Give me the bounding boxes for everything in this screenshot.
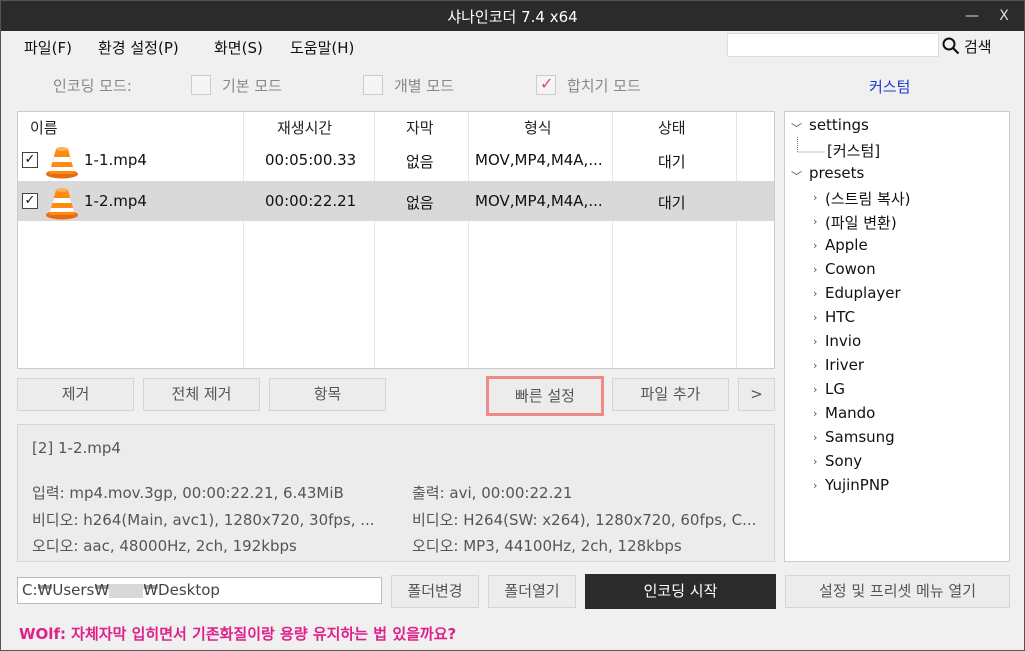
column-header-status[interactable]: 상태 [658, 117, 686, 138]
quick-settings-button[interactable]: 빠른 설정 [486, 376, 604, 416]
tree-connector-icon [797, 137, 825, 153]
column-header-format[interactable]: 형식 [524, 117, 552, 138]
file-duration: 00:05:00.33 [265, 151, 357, 169]
menu-file[interactable]: 파일(F) [24, 37, 72, 58]
file-row[interactable]: ✓ 1-2.mp4 00:00:22.21 없음 MOV,MP4,M4A,...… [18, 181, 774, 221]
tree-node-preset[interactable]: Samsung [825, 428, 895, 446]
remove-all-button[interactable]: 전체 제거 [143, 378, 260, 411]
tree-node-preset[interactable]: HTC [825, 308, 855, 326]
merge-mode-checkbox[interactable] [536, 74, 556, 95]
search-icon [942, 37, 960, 55]
expanded-chevron-icon[interactable]: ﹀ [791, 168, 802, 184]
collapsed-chevron-icon[interactable]: › [813, 191, 817, 204]
add-file-button[interactable]: 파일 추가 [612, 378, 729, 411]
app-window: 샤나인코더 7.4 x64 — X 파일(F) 환경 설정(P) 화면(S) 도… [0, 0, 1025, 651]
tree-node-preset[interactable]: Eduplayer [825, 284, 901, 302]
vlc-cone-icon [46, 188, 78, 220]
collapsed-chevron-icon[interactable]: › [813, 335, 817, 348]
tree-node-preset[interactable]: Invio [825, 332, 861, 350]
tree-node-preset[interactable]: Mando [825, 404, 875, 422]
file-name: 1-2.mp4 [84, 192, 147, 210]
search-button[interactable]: 검색 [942, 34, 992, 58]
tree-node-settings[interactable]: settings [809, 116, 869, 134]
file-format: MOV,MP4,M4A,... [475, 151, 603, 169]
more-button[interactable]: > [738, 378, 775, 411]
collapsed-chevron-icon[interactable]: › [813, 383, 817, 396]
info-output-audio: 오디오: MP3, 44100Hz, 2ch, 128kbps [412, 537, 682, 555]
search-button-label: 검색 [964, 37, 992, 56]
info-input-video: 비디오: h264(Main, avc1), 1280x720, 30fps, … [32, 511, 375, 529]
info-header: [2] 1-2.mp4 [32, 439, 121, 457]
tree-node-preset[interactable]: Cowon [825, 260, 876, 278]
start-encoding-button[interactable]: 인코딩 시작 [585, 574, 776, 609]
open-settings-menu-button[interactable]: 설정 및 프리셋 메뉴 열기 [785, 575, 1010, 608]
tree-node-preset[interactable]: LG [825, 380, 845, 398]
custom-link[interactable]: 커스텀 [869, 76, 910, 97]
footer-message: WOlf: 자체자막 입히면서 기존화질이랑 용량 유지하는 법 있을까요? [19, 625, 457, 643]
tree-node-preset[interactable]: Apple [825, 236, 868, 254]
individual-mode-label: 개별 모드 [394, 77, 454, 95]
collapsed-chevron-icon[interactable]: › [813, 455, 817, 468]
row-checkbox[interactable]: ✓ [22, 193, 38, 209]
collapsed-chevron-icon[interactable]: › [813, 407, 817, 420]
close-button[interactable]: X [991, 5, 1017, 27]
basic-mode-checkbox[interactable] [191, 75, 211, 95]
file-subtitle: 없음 [406, 194, 434, 212]
collapsed-chevron-icon[interactable]: › [813, 479, 817, 492]
basic-mode-label: 기본 모드 [222, 77, 282, 95]
collapsed-chevron-icon[interactable]: › [813, 263, 817, 276]
column-header-duration[interactable]: 재생시간 [277, 117, 332, 138]
open-folder-button[interactable]: 폴더열기 [488, 575, 576, 608]
collapsed-chevron-icon[interactable]: › [813, 239, 817, 252]
tree-node-preset[interactable]: (스트림 복사) [825, 188, 910, 209]
menu-help[interactable]: 도움말(H) [290, 37, 354, 58]
file-list[interactable]: 이름 재생시간 자막 형식 상태 ✓ 1-1.mp4 00:05:00.33 없… [17, 111, 775, 369]
minimize-button[interactable]: — [959, 5, 985, 27]
collapsed-chevron-icon[interactable]: › [813, 431, 817, 444]
output-path-field[interactable]: C:₩Users₩ ₩Desktop [17, 577, 382, 604]
menu-view[interactable]: 화면(S) [214, 37, 263, 58]
preset-tree[interactable]: ﹀ settings [커스텀] ﹀ presets › (스트림 복사) › … [784, 111, 1010, 562]
merge-mode-label: 합치기 모드 [567, 77, 641, 95]
search-input[interactable] [727, 33, 939, 57]
file-name: 1-1.mp4 [84, 151, 147, 169]
remove-button[interactable]: 제거 [17, 378, 134, 411]
redacted-username [109, 583, 144, 598]
file-info-panel: [2] 1-2.mp4 입력: mp4.mov.3gp, 00:00:22.21… [17, 424, 775, 562]
change-folder-button[interactable]: 폴더변경 [391, 575, 479, 608]
column-header-subtitle[interactable]: 자막 [406, 117, 434, 138]
info-input-audio: 오디오: aac, 48000Hz, 2ch, 192kbps [32, 537, 297, 555]
info-input: 입력: mp4.mov.3gp, 00:00:22.21, 6.43MiB [32, 484, 344, 502]
collapsed-chevron-icon[interactable]: › [813, 311, 817, 324]
info-output-video: 비디오: H264(SW: x264), 1280x720, 60fps, C.… [412, 511, 757, 529]
file-row[interactable]: ✓ 1-1.mp4 00:05:00.33 없음 MOV,MP4,M4A,...… [18, 140, 774, 180]
tree-node-presets[interactable]: presets [809, 164, 864, 182]
title-bar: 샤나인코더 7.4 x64 — X [1, 1, 1024, 31]
encoding-mode-label: 인코딩 모드: [53, 77, 132, 95]
collapsed-chevron-icon[interactable]: › [813, 215, 817, 228]
collapsed-chevron-icon[interactable]: › [813, 359, 817, 372]
tree-node-preset[interactable]: (파일 변환) [825, 212, 897, 233]
file-status: 대기 [658, 194, 686, 212]
expanded-chevron-icon[interactable]: ﹀ [791, 120, 802, 136]
file-format: MOV,MP4,M4A,... [475, 192, 603, 210]
column-header-name[interactable]: 이름 [30, 117, 58, 138]
file-duration: 00:00:22.21 [265, 192, 357, 210]
menu-settings[interactable]: 환경 설정(P) [98, 37, 179, 58]
window-title: 샤나인코더 7.4 x64 [447, 8, 578, 26]
output-path-suffix: ₩Desktop [143, 581, 220, 599]
individual-mode-checkbox[interactable] [363, 75, 383, 95]
tree-node-preset[interactable]: YujinPNP [825, 476, 889, 494]
vlc-cone-icon [46, 147, 78, 179]
info-output: 출력: avi, 00:00:22.21 [412, 484, 573, 502]
tree-node-custom[interactable]: [커스텀] [827, 140, 880, 161]
output-path-prefix: C:₩Users₩ [22, 581, 110, 599]
file-subtitle: 없음 [406, 153, 434, 171]
items-button[interactable]: 항목 [269, 378, 386, 411]
collapsed-chevron-icon[interactable]: › [813, 287, 817, 300]
file-status: 대기 [658, 153, 686, 171]
row-checkbox[interactable]: ✓ [22, 152, 38, 168]
tree-node-preset[interactable]: Sony [825, 452, 862, 470]
tree-node-preset[interactable]: Iriver [825, 356, 864, 374]
